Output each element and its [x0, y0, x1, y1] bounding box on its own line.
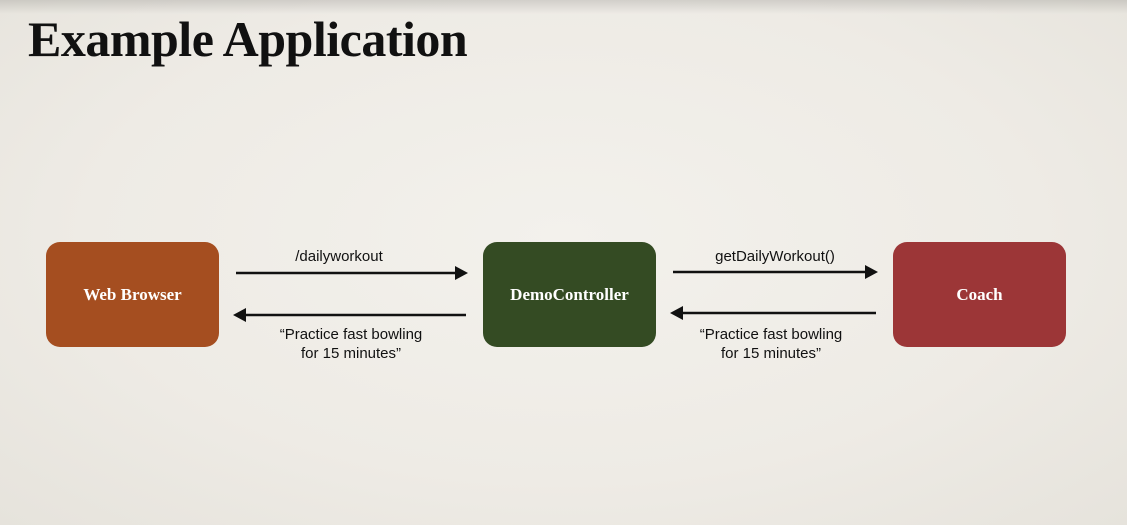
response-label-to-controller: “Practice fast bowling for 15 minutes”: [699, 326, 843, 362]
response-label-to-browser: “Practice fast bowling for 15 minutes”: [279, 326, 423, 362]
web-browser-node: Web Browser: [46, 242, 219, 347]
request-label: /dailyworkout: [295, 248, 383, 265]
coach-node: Coach: [893, 242, 1066, 347]
call-label: getDailyWorkout(): [715, 248, 835, 265]
demo-controller-node: DemoController: [483, 242, 656, 347]
slide-title: Example Application: [28, 11, 468, 67]
demo-controller-label: DemoController: [510, 284, 629, 304]
coach-label: Coach: [956, 284, 1003, 304]
web-browser-label: Web Browser: [83, 284, 182, 304]
